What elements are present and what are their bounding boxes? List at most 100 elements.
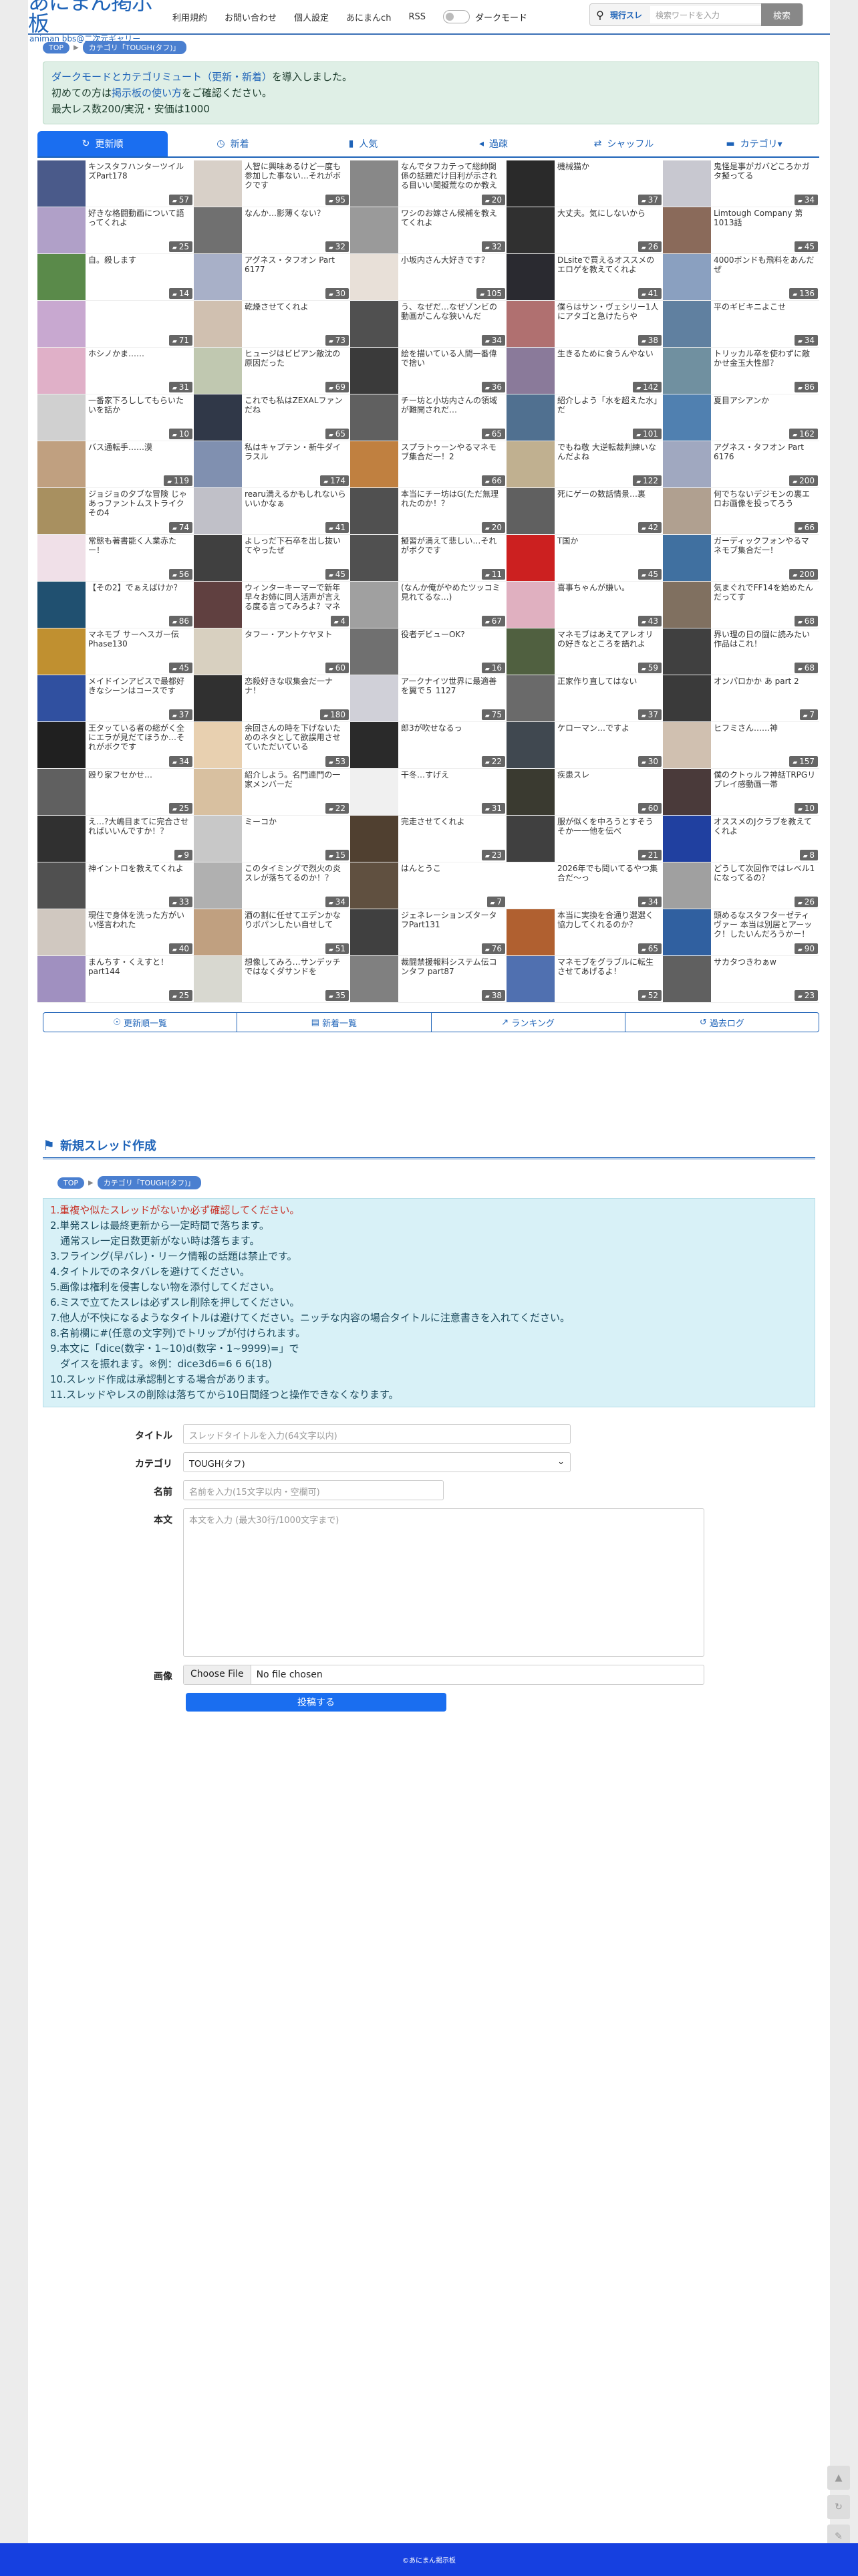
thread-title[interactable]: これでも私はZEXALファンだね	[242, 394, 350, 424]
thread-title[interactable]: 現住で身体を洗った方がいい怪言われた	[86, 909, 194, 939]
thread-thumbnail[interactable]	[350, 301, 398, 347]
thread-item[interactable]: 正家作り直してはない 37	[507, 675, 663, 722]
thread-item[interactable]: マネモブはあえてアレオリの好きなところを語れよ 59	[507, 628, 663, 675]
thread-title[interactable]: ミーコか	[242, 816, 279, 845]
thread-thumbnail[interactable]	[194, 535, 242, 581]
thread-title[interactable]: 完走させてくれよ	[398, 816, 468, 845]
thread-thumbnail[interactable]	[350, 535, 398, 581]
thread-thumbnail[interactable]	[507, 535, 555, 581]
thread-title[interactable]: 常態も著書能く人業赤たー！	[86, 535, 194, 564]
thread-thumbnail[interactable]	[350, 441, 398, 487]
thread-thumbnail[interactable]	[37, 441, 86, 487]
thread-item[interactable]: 大丈夫。気にしないから 26	[507, 207, 663, 254]
thread-title[interactable]: (なんか俺がやめたツッコミ見れてるな…)	[398, 582, 507, 611]
body-textarea[interactable]: 本文を入力 (最大30行/1000文字まで)	[183, 1508, 704, 1657]
thread-item[interactable]: アグネス・タフオン Part 6176 200	[663, 441, 819, 488]
thread-item[interactable]: オススメのJクラブを教えてくれよ 8	[663, 816, 819, 862]
thread-item[interactable]: ホシノかま…… 31	[37, 348, 194, 394]
thread-item[interactable]: マネモブ サーヘスガー伝 Phase130 45	[37, 628, 194, 675]
thread-thumbnail[interactable]	[37, 722, 86, 768]
thread-title[interactable]: 紹介しよう「水を超えた水」だ	[555, 394, 663, 424]
thread-title[interactable]: 機械猫か	[555, 160, 592, 190]
thread-title[interactable]: オンパロかか あ part 2	[711, 675, 802, 705]
thread-thumbnail[interactable]	[663, 582, 711, 628]
choose-file-button[interactable]: Choose File	[184, 1665, 251, 1684]
thread-thumbnail[interactable]	[194, 722, 242, 768]
thread-item[interactable]: 小坂内さん大好きです？ 105	[350, 254, 507, 301]
thread-thumbnail[interactable]	[663, 956, 711, 1002]
thread-item[interactable]: ジョジョの夕ブな冒険 じゃあっファントムストライクその4 74	[37, 488, 194, 535]
thread-item[interactable]: ウィンターキーマーで新年早々お姉に同人活声が言える度る言ってみろよ？マネモブ俗生…	[194, 582, 350, 628]
thread-title[interactable]: う、なぜだ…なぜゾンビの動画がこんな狭いんだ	[398, 301, 507, 330]
thread-thumbnail[interactable]	[37, 254, 86, 300]
thread-item[interactable]: う、なぜだ…なぜゾンビの動画がこんな狭いんだ 34	[350, 301, 507, 348]
thread-thumbnail[interactable]	[37, 769, 86, 815]
thread-item[interactable]: タフー・アントケヤヌト 60	[194, 628, 350, 675]
thread-thumbnail[interactable]	[663, 535, 711, 581]
breadcrumb-category[interactable]: カテゴリ「TOUGH(タフ)」	[97, 1176, 201, 1189]
tab-new[interactable]: ◷ 新着	[168, 131, 298, 158]
thread-item[interactable]: 生きるために食うんやない 142	[507, 348, 663, 394]
thread-title[interactable]: ワシのお嫁さん候補を教えてくれよ	[398, 207, 507, 237]
thread-thumbnail[interactable]	[507, 301, 555, 347]
thread-thumbnail[interactable]	[350, 862, 398, 909]
toggle-switch[interactable]	[442, 10, 470, 23]
thread-title[interactable]: なんでタフカテって総帥関係の話題だけ目利が示される目いい聞擬荒なのか教えてくれよ	[398, 160, 507, 190]
thread-item[interactable]: 神イントロを教えてくれよ 33	[37, 862, 194, 909]
breadcrumb-top[interactable]: TOP	[43, 41, 70, 53]
thread-item[interactable]: 71	[37, 301, 194, 348]
file-input[interactable]: Choose File No file chosen	[183, 1665, 704, 1685]
thread-thumbnail[interactable]	[194, 582, 242, 628]
thread-thumbnail[interactable]	[350, 254, 398, 300]
thread-title[interactable]: 2026年でも聞いてるやつ集合だ～っ	[555, 862, 663, 892]
link-ranking[interactable]: ↗ ランキング	[432, 1013, 625, 1032]
thread-item[interactable]: 好きな格闘動画について語ってくれよ 25	[37, 207, 194, 254]
dark-mode-toggle[interactable]: ダークモード	[442, 10, 527, 23]
thread-item[interactable]: ヒフミさん……神 157	[663, 722, 819, 769]
notice-link-dark[interactable]: ダークモードとカテゴリミュート（更新・新着）	[51, 71, 272, 83]
thread-item[interactable]: 気まぐれでFF14を始めたんだってす 68	[663, 582, 819, 628]
thread-thumbnail[interactable]	[37, 956, 86, 1002]
thread-thumbnail[interactable]	[663, 254, 711, 300]
thread-thumbnail[interactable]	[194, 628, 242, 675]
thread-thumbnail[interactable]	[663, 862, 711, 909]
thread-item[interactable]: 想像してみろ…サンデッチではなくダサンドを 35	[194, 956, 350, 1003]
thread-title[interactable]: でもね敬 大逆転裁判練いなんだよね	[555, 441, 663, 471]
thread-thumbnail[interactable]	[350, 488, 398, 534]
thread-title[interactable]: アークナイツ世界に最適善を翼で５ 1127	[398, 675, 507, 705]
thread-title[interactable]: 本当にチー坊はG(ただ無理れたのか！？	[398, 488, 507, 517]
thread-title[interactable]	[86, 301, 91, 330]
thread-item[interactable]: サカタつきわぁw 23	[663, 956, 819, 1003]
thread-thumbnail[interactable]	[194, 675, 242, 721]
thread-title[interactable]: Limtough Company 第1013話	[711, 207, 819, 237]
thread-item[interactable]: 常態も著書能く人業赤たー！ 56	[37, 535, 194, 582]
thread-thumbnail[interactable]	[194, 301, 242, 347]
notice-link-usage[interactable]: 掲示板の使い方	[112, 87, 182, 99]
scroll-top-icon[interactable]: ▲	[827, 2466, 850, 2490]
thread-title[interactable]: ヒフミさん……神	[711, 722, 780, 751]
thread-thumbnail[interactable]	[507, 441, 555, 487]
thread-title[interactable]: 気まぐれでFF14を始めたんだってす	[711, 582, 819, 611]
thread-item[interactable]: アグネス・タフオン Part 6177 30	[194, 254, 350, 301]
nav-settings[interactable]: 個人設定	[294, 11, 329, 23]
thread-title[interactable]: 殴り家フセかせ…	[86, 769, 155, 798]
thread-item[interactable]: 2026年でも聞いてるやつ集合だ～っ 34	[507, 862, 663, 909]
thread-thumbnail[interactable]	[350, 769, 398, 815]
thread-thumbnail[interactable]	[194, 441, 242, 487]
thread-title[interactable]: どうして次回作ではレベル1になってるの？	[711, 862, 819, 892]
thread-thumbnail[interactable]	[507, 722, 555, 768]
thread-thumbnail[interactable]	[507, 254, 555, 300]
thread-thumbnail[interactable]	[350, 722, 398, 768]
thread-title[interactable]: 僕のクトゥルフ神話TRPGリプレイ感動画一帯	[711, 769, 819, 798]
thread-item[interactable]: 界い理の日の闘に読みたい作品はこれ！ 68	[663, 628, 819, 675]
thread-title[interactable]: 想像してみろ…サンデッチではなくダサンドを	[242, 956, 350, 985]
nav-rss[interactable]: RSS	[408, 12, 426, 22]
thread-thumbnail[interactable]	[350, 160, 398, 207]
thread-title[interactable]: 生きるために食うんやない	[555, 348, 656, 377]
thread-thumbnail[interactable]	[37, 348, 86, 394]
thread-title[interactable]: 頭めるなスタフターゼティヴァー 本当は別居とアーック！したいんだろうかー！ Pa…	[711, 909, 819, 939]
thread-title[interactable]: 正家作り直してはない	[555, 675, 639, 705]
thread-title[interactable]: チー坊と小坊内さんの領域が難開されだ…	[398, 394, 507, 424]
thread-title[interactable]: メイドインアビスで最都好きなシーンはコースです	[86, 675, 194, 705]
thread-item[interactable]: T国か 45	[507, 535, 663, 582]
